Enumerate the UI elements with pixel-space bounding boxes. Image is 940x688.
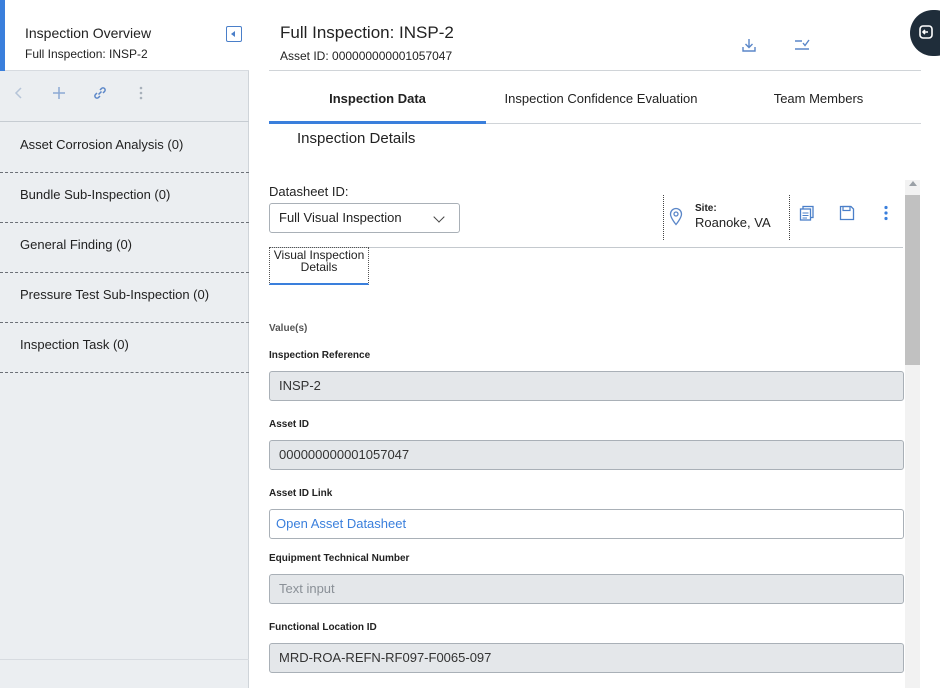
sidebar-subtitle: Full Inspection: INSP-2 (25, 47, 148, 61)
sidebar: Inspection Overview Full Inspection: INS… (0, 0, 249, 688)
tab-team-members[interactable]: Team Members (716, 84, 921, 124)
sidebar-bottom-divider (0, 659, 249, 660)
tab-bar: Inspection Data Inspection Confidence Ev… (269, 84, 921, 124)
save-icon[interactable] (838, 204, 856, 222)
sidebar-list: Asset Corrosion Analysis (0) Bundle Sub-… (0, 123, 249, 373)
equipment-technical-number-field[interactable]: Text input (269, 574, 904, 604)
more-vertical-icon[interactable] (877, 204, 895, 222)
asset-id-line: Asset ID: 000000000001057047 (280, 49, 453, 63)
exit-icon (919, 25, 933, 39)
field-label-inspection-reference: Inspection Reference (269, 350, 371, 361)
sidebar-accent-bar (0, 0, 5, 71)
more-vertical-icon[interactable] (132, 84, 150, 102)
download-icon[interactable] (740, 36, 758, 54)
back-icon[interactable] (10, 84, 28, 102)
datasheet-divider (663, 195, 664, 240)
header-divider (269, 70, 921, 71)
site-label: Site: (695, 203, 717, 214)
field-label-functional-location-id: Functional Location ID (269, 622, 377, 633)
section-title: Inspection Details (297, 130, 416, 147)
sidebar-item-inspection-task[interactable]: Inspection Task (0) (0, 323, 249, 373)
tab-inspection-data[interactable]: Inspection Data (269, 84, 486, 124)
sidebar-item-asset-corrosion-analysis[interactable]: Asset Corrosion Analysis (0) (0, 123, 249, 173)
sidebar-item-bundle-sub-inspection[interactable]: Bundle Sub-Inspection (0) (0, 173, 249, 223)
collapse-icon[interactable] (226, 26, 242, 42)
values-label: Value(s) (269, 323, 308, 334)
sidebar-item-general-finding[interactable]: General Finding (0) (0, 223, 249, 273)
location-pin-icon (669, 207, 683, 226)
functional-location-id-field[interactable]: MRD-ROA-REFN-RF097-F0065-097 (269, 643, 904, 673)
exit-button[interactable] (910, 10, 940, 56)
tab-inspection-confidence-evaluation[interactable]: Inspection Confidence Evaluation (486, 84, 716, 124)
sidebar-title: Inspection Overview (25, 25, 152, 41)
sidebar-item-pressure-test-sub-inspection[interactable]: Pressure Test Sub-Inspection (0) (0, 273, 249, 323)
link-icon[interactable] (91, 84, 109, 102)
field-label-asset-id: Asset ID (269, 419, 310, 430)
scrollbar-thumb[interactable] (905, 195, 920, 365)
page-title: Full Inspection: INSP-2 (280, 23, 454, 42)
chevron-down-icon (433, 211, 445, 223)
asset-id-field[interactable]: 000000000001057047 (269, 440, 904, 470)
field-label-equipment-technical-number: Equipment Technical Number (269, 553, 410, 564)
scroll-up-arrow[interactable] (909, 181, 917, 186)
inspection-reference-field[interactable]: INSP-2 (269, 371, 904, 401)
asset-id-link[interactable]: Open Asset Datasheet (269, 509, 904, 539)
checklist-icon[interactable] (793, 36, 811, 54)
sidebar-header: Inspection Overview Full Inspection: INS… (0, 0, 249, 71)
copy-icon[interactable] (798, 204, 816, 222)
site-value: Roanoke, VA (695, 215, 771, 230)
subtab-visual-inspection-details[interactable]: Visual Inspection Details (269, 247, 369, 285)
datasheet-label: Datasheet ID: (269, 184, 349, 199)
datasheet-selected-value: Full Visual Inspection (279, 210, 402, 225)
sidebar-toolbar (0, 72, 249, 122)
field-label-asset-id-link: Asset ID Link (269, 488, 333, 499)
actions-divider (789, 195, 790, 240)
datasheet-select[interactable]: Full Visual Inspection (269, 203, 460, 233)
add-icon[interactable] (50, 84, 68, 102)
